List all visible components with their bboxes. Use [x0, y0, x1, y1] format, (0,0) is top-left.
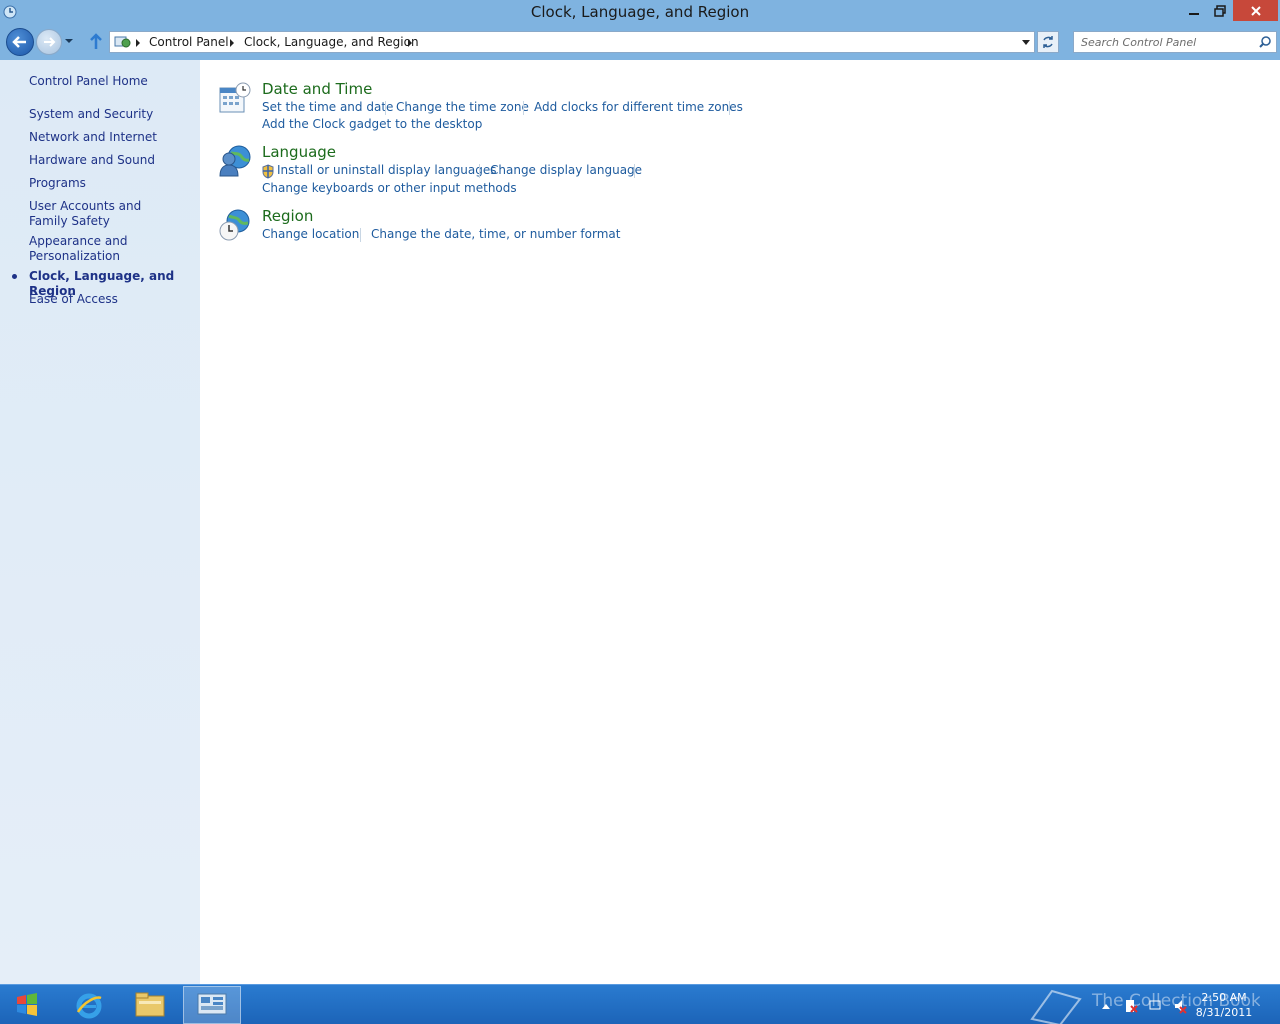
- task-separator: [385, 101, 386, 115]
- category-language[interactable]: Language: [262, 143, 336, 161]
- sidebar-item-user-accounts[interactable]: User Accounts and Family Safety: [29, 199, 179, 229]
- task-change-date-time-number-format[interactable]: Change the date, time, or number format: [371, 227, 620, 241]
- task-separator: [634, 164, 635, 178]
- breadcrumb-separator[interactable]: [136, 39, 140, 47]
- refresh-button[interactable]: [1037, 31, 1059, 53]
- taskbar-internet-explorer[interactable]: [60, 986, 118, 1024]
- address-bar[interactable]: Control Panel Clock, Language, and Regio…: [109, 31, 1035, 53]
- taskbar-file-explorer[interactable]: [121, 986, 179, 1024]
- breadcrumb-separator[interactable]: [230, 39, 234, 47]
- up-level-button[interactable]: [88, 32, 104, 52]
- task-change-keyboards[interactable]: Change keyboards or other input methods: [262, 181, 517, 195]
- minimize-icon: [1189, 12, 1199, 15]
- sidebar-item-ease-of-access[interactable]: Ease of Access: [29, 292, 194, 307]
- clock-date: 8/31/2011: [1195, 1006, 1253, 1019]
- maximize-button[interactable]: [1207, 0, 1233, 21]
- up-arrow-icon: [90, 33, 102, 49]
- category-date-and-time[interactable]: Date and Time: [262, 80, 372, 98]
- sidebar-item-hardware-and-sound[interactable]: Hardware and Sound: [29, 153, 194, 168]
- task-separator: [360, 228, 361, 242]
- task-add-clock-gadget[interactable]: Add the Clock gadget to the desktop: [262, 117, 482, 131]
- sidebar-item-appearance[interactable]: Appearance and Personalization: [29, 234, 129, 264]
- region-globe-clock-icon[interactable]: [217, 207, 253, 243]
- window-title: Clock, Language, and Region: [530, 3, 750, 21]
- task-add-clocks[interactable]: Add clocks for different time zones: [534, 100, 743, 114]
- close-icon: [1250, 5, 1261, 16]
- notification-area: [1100, 998, 1190, 1014]
- search-box[interactable]: [1073, 31, 1277, 53]
- task-separator: [523, 101, 524, 115]
- task-install-display-languages[interactable]: Install or uninstall display languages: [277, 163, 497, 177]
- recent-locations-dropdown[interactable]: [63, 34, 75, 48]
- control-panel-location-icon: [114, 34, 132, 50]
- address-dropdown-icon[interactable]: [1022, 40, 1030, 45]
- task-set-time-and-date[interactable]: Set the time and date: [262, 100, 393, 114]
- sidebar-item-control-panel-home[interactable]: Control Panel Home: [29, 74, 194, 89]
- chevron-down-icon: [65, 39, 73, 43]
- refresh-icon: [1043, 36, 1053, 48]
- search-input[interactable]: [1074, 32, 1254, 52]
- sidebar-item-programs[interactable]: Programs: [29, 176, 194, 191]
- network-icon: [1149, 1000, 1161, 1010]
- task-separator: [479, 164, 480, 178]
- category-region[interactable]: Region: [262, 207, 313, 225]
- task-change-location[interactable]: Change location: [262, 227, 359, 241]
- navigation-bar: Control Panel Clock, Language, and Regio…: [0, 28, 1280, 56]
- sidebar-item-network-and-internet[interactable]: Network and Internet: [29, 130, 194, 145]
- show-hidden-icons-icon: [1102, 1004, 1110, 1009]
- restore-icon: [1214, 4, 1226, 17]
- sidebar: Control Panel Home System and Security N…: [0, 60, 200, 984]
- current-item-bullet: [12, 274, 17, 279]
- taskbar: The Collection Book 2:50 AM 8/31/2011: [0, 984, 1280, 1024]
- breadcrumb-clock-language-region[interactable]: Clock, Language, and Region: [244, 35, 419, 49]
- forward-button[interactable]: [36, 29, 62, 55]
- breadcrumb-control-panel[interactable]: Control Panel: [149, 35, 229, 49]
- title-bar: Clock, Language, and Region: [0, 0, 1280, 28]
- sidebar-item-system-and-security[interactable]: System and Security: [29, 107, 194, 122]
- language-globe-icon[interactable]: [217, 143, 253, 179]
- file-explorer-icon: [135, 992, 165, 1017]
- clock-time: 2:50 AM: [1201, 991, 1247, 1004]
- volume-icon: [1175, 1000, 1182, 1012]
- minimize-button[interactable]: [1181, 0, 1207, 21]
- search-icon[interactable]: [1258, 35, 1272, 49]
- forward-arrow-icon: [44, 37, 56, 47]
- back-arrow-icon: [12, 36, 26, 48]
- start-button[interactable]: [0, 985, 54, 1024]
- calendar-clock-icon[interactable]: [217, 80, 253, 116]
- close-button[interactable]: [1233, 0, 1278, 21]
- internet-explorer-icon: [76, 993, 102, 1019]
- uac-shield-icon: [262, 164, 274, 179]
- control-panel-icon: [197, 993, 227, 1015]
- taskbar-clock[interactable]: 2:50 AM 8/31/2011: [1190, 990, 1258, 1020]
- back-button[interactable]: [6, 28, 34, 56]
- task-change-time-zone[interactable]: Change the time zone: [396, 100, 529, 114]
- windows-logo-icon: [17, 993, 37, 1016]
- task-change-display-language[interactable]: Change display language: [490, 163, 642, 177]
- breadcrumb-separator[interactable]: [408, 39, 412, 47]
- task-separator: [729, 101, 730, 115]
- taskbar-control-panel[interactable]: [183, 986, 241, 1024]
